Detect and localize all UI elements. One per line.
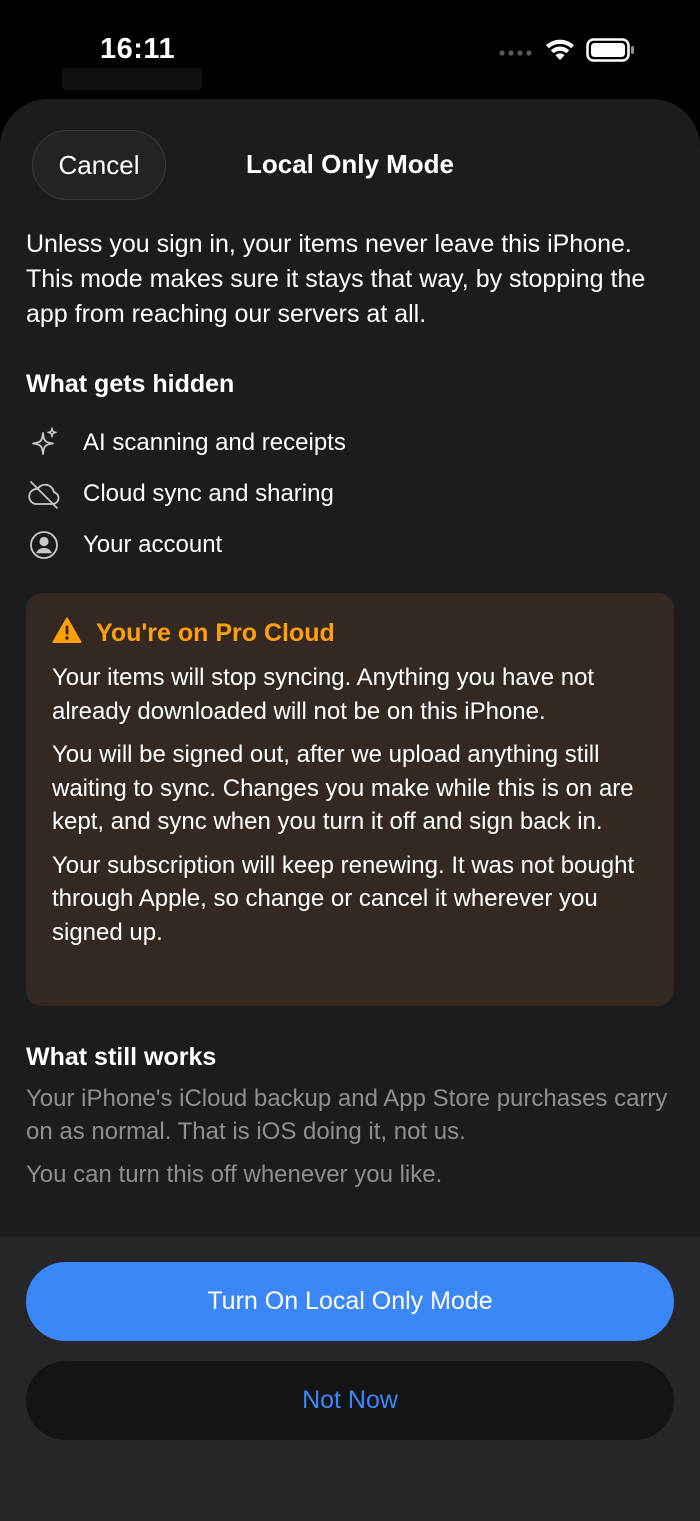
cloud-slash-icon (26, 476, 62, 512)
what-still-works-section: What still works Your iPhone's iCloud ba… (26, 1043, 676, 1191)
works-paragraph: Your iPhone's iCloud backup and App Stor… (26, 1085, 668, 1145)
works-paragraph: You can turn this off whenever you like. (26, 1161, 443, 1188)
sheet-content: Unless you sign in, your items never lea… (26, 227, 676, 559)
wifi-icon (544, 38, 576, 67)
sheet-title: Local Only Mode (245, 149, 455, 179)
hidden-feature-list: AI scanning and receipts Cloud sync and … (26, 417, 676, 570)
feature-label: Cloud sync and sharing (83, 479, 334, 507)
turn-on-local-only-button[interactable]: Turn On Local Only Mode (26, 1262, 674, 1341)
warning-header: You're on Pro Cloud (52, 617, 648, 649)
status-time: 16:11 (100, 33, 176, 65)
sparkles-icon (26, 425, 62, 461)
works-section-heading: What still works (26, 1043, 217, 1071)
person-circle-icon (26, 527, 62, 563)
pro-cloud-warning-card: You're on Pro Cloud Your items will stop… (26, 593, 674, 1006)
feature-label: Your account (83, 530, 223, 558)
intro-text: Unless you sign in, your items never lea… (26, 230, 646, 328)
local-only-mode-sheet: Cancel Local Only Mode Unless you sign i… (0, 99, 700, 1521)
action-footer: Turn On Local Only Mode Not Now (0, 1237, 700, 1521)
not-now-button[interactable]: Not Now (26, 1361, 674, 1440)
warning-paragraph: You will be signed out, after we upload … (52, 741, 634, 835)
status-bar: 16:11 (0, 0, 700, 100)
feature-item-account: Your account (26, 519, 676, 570)
feature-label: AI scanning and receipts (83, 428, 346, 456)
feature-item-cloud-sync: Cloud sync and sharing (26, 468, 676, 519)
warning-triangle-icon (52, 617, 82, 649)
hidden-section-heading: What gets hidden (26, 370, 235, 398)
background-title-placeholder (62, 68, 202, 90)
warning-paragraph: Your items will stop syncing. Anything y… (52, 664, 595, 725)
warning-title: You're on Pro Cloud (96, 618, 335, 647)
status-icons (498, 38, 636, 67)
warning-paragraph: Your subscription will keep renewing. It… (52, 851, 635, 946)
cellular-signal-icon (498, 44, 534, 62)
feature-item-ai-scanning: AI scanning and receipts (26, 417, 676, 468)
battery-icon (586, 38, 636, 67)
